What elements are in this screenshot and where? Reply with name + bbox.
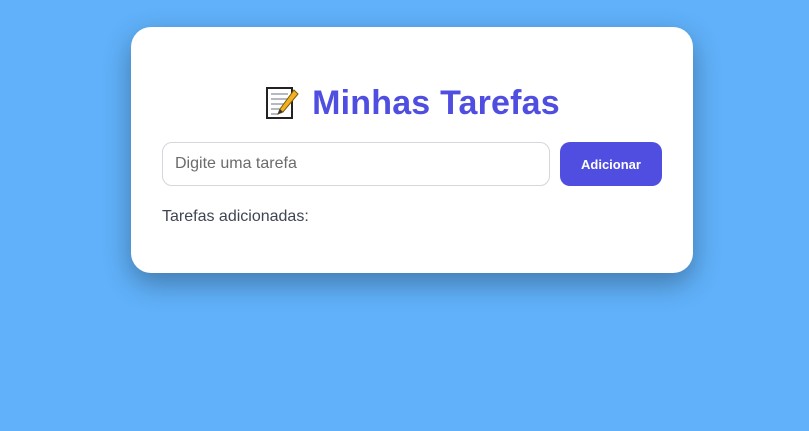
add-button[interactable]: Adicionar	[560, 142, 662, 186]
task-input[interactable]	[162, 142, 550, 186]
todo-card: Minhas Tarefas Adicionar Tarefas adicion…	[131, 27, 693, 273]
page-title: Minhas Tarefas	[312, 84, 560, 122]
header: Minhas Tarefas	[131, 83, 693, 123]
task-list-heading: Tarefas adicionadas:	[162, 208, 309, 225]
add-task-form: Adicionar	[162, 142, 662, 186]
memo-icon	[264, 85, 300, 121]
